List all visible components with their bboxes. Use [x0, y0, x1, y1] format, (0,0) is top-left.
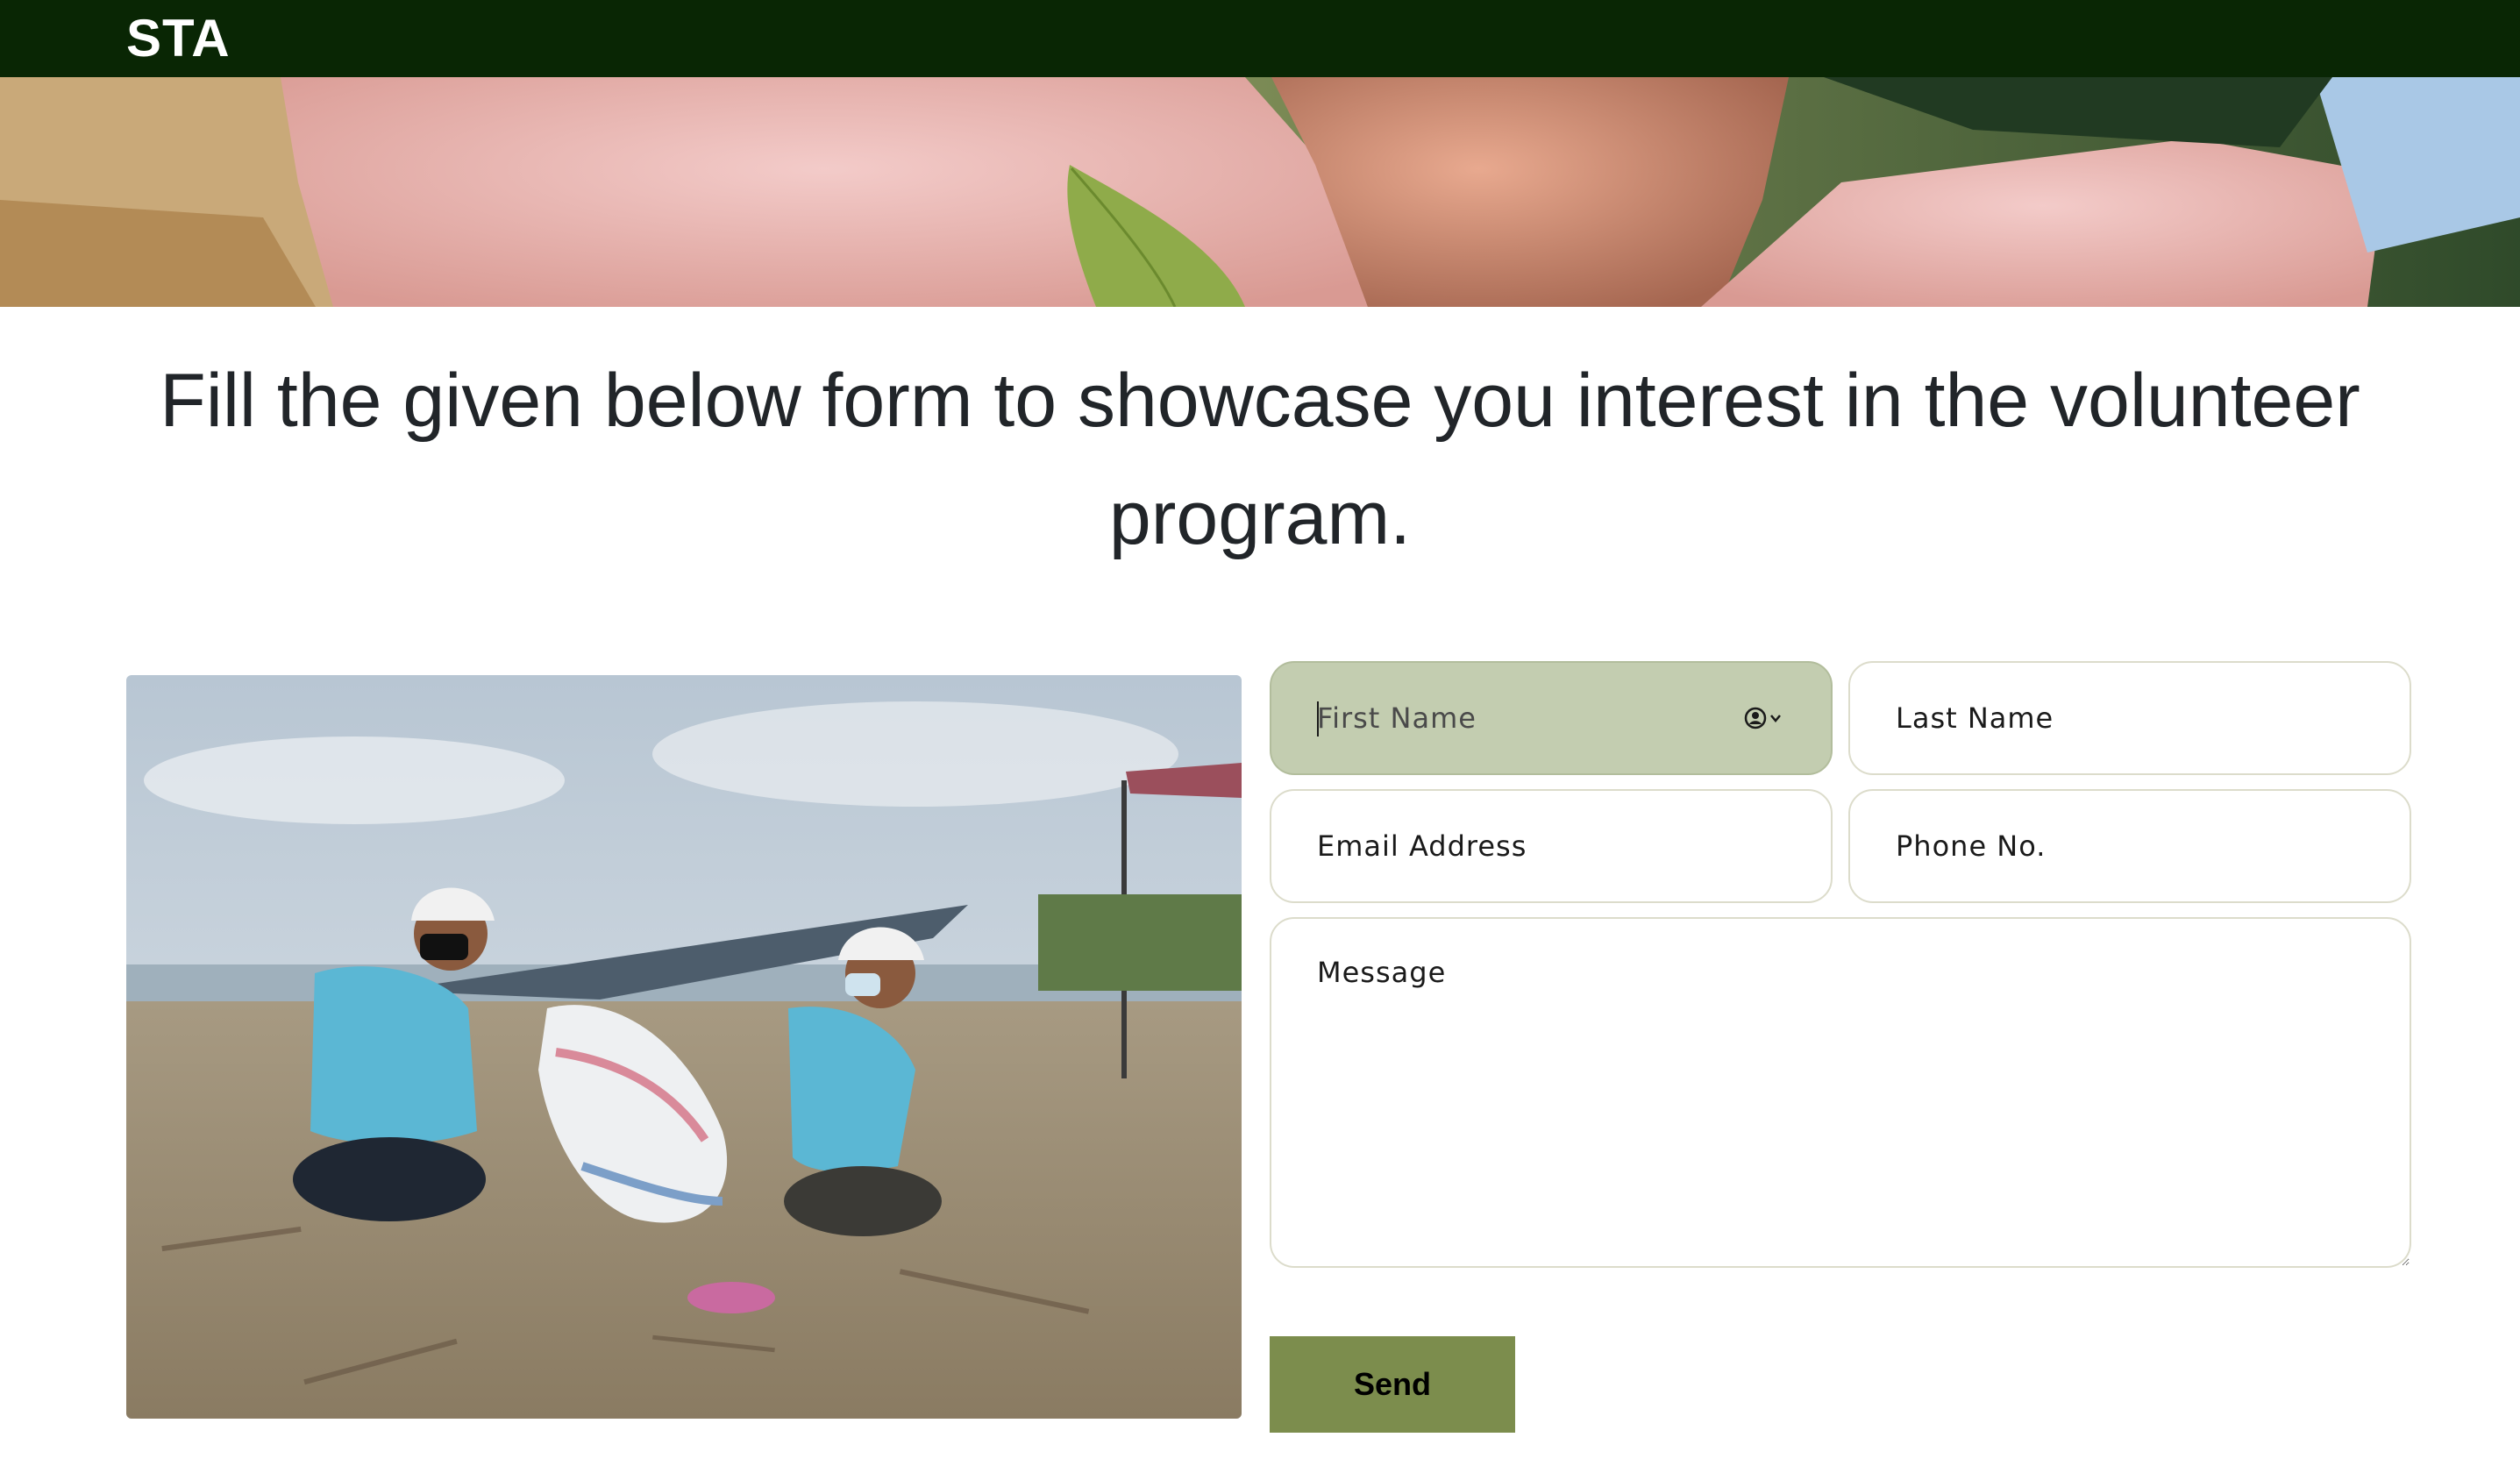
send-button[interactable]: Send — [1270, 1336, 1515, 1433]
contact-autofill-icon[interactable] — [1743, 705, 1787, 731]
message-textarea[interactable] — [1270, 917, 2411, 1268]
phone-number-input[interactable] — [1848, 789, 2411, 903]
volunteers-beach-cleanup-photo — [126, 675, 1242, 1419]
email-address-input[interactable] — [1270, 789, 1833, 903]
brand-logo[interactable]: STA — [126, 7, 231, 70]
text-cursor — [1317, 701, 1319, 736]
hero-banner-image — [0, 77, 2520, 307]
navbar: STA — [0, 0, 2520, 77]
last-name-input[interactable] — [1848, 661, 2411, 775]
page-headline: Fill the given below form to showcase yo… — [160, 359, 2360, 560]
